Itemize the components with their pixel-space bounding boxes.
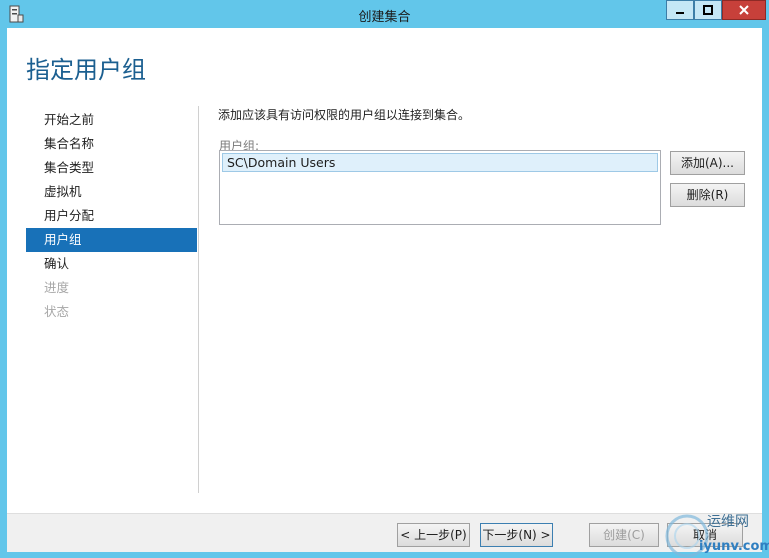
- user-groups-list[interactable]: SC\Domain Users: [219, 150, 661, 225]
- add-button[interactable]: 添加(A)...: [670, 151, 745, 175]
- step-confirmation[interactable]: 确认: [26, 252, 197, 276]
- step-user-groups[interactable]: 用户组: [26, 228, 197, 252]
- wizard-footer: < 上一步(P) 下一步(N) > 创建(C) 取消: [7, 513, 762, 552]
- watermark-text: 运维网: [707, 514, 749, 530]
- next-button[interactable]: 下一步(N) >: [480, 523, 553, 547]
- maximize-icon: [703, 5, 713, 15]
- step-progress: 进度: [44, 280, 70, 295]
- page-title: 指定用户组: [26, 56, 146, 84]
- watermark-url: iyunv.com: [699, 539, 769, 554]
- list-item[interactable]: SC\Domain Users: [222, 153, 658, 172]
- step-collection-name[interactable]: 集合名称: [26, 132, 197, 156]
- step-status: 状态: [44, 304, 70, 319]
- maximize-button[interactable]: [694, 0, 722, 20]
- instruction-text: 添加应该具有访问权限的用户组以连接到集合。: [218, 108, 471, 122]
- create-button: 创建(C): [589, 523, 659, 547]
- delete-button[interactable]: 删除(R): [670, 183, 745, 207]
- step-divider: [198, 106, 199, 493]
- wizard-window: 创建集合 指定用户组 开始之前 集合名称 集合类型 虚拟机 用户分配 用户组 确…: [0, 0, 769, 558]
- wizard-client: 指定用户组 开始之前 集合名称 集合类型 虚拟机 用户分配 用户组 确认 进度 …: [7, 28, 762, 552]
- minimize-icon: [676, 12, 684, 14]
- title-bar[interactable]: 创建集合: [0, 0, 769, 28]
- step-collection-type[interactable]: 集合类型: [26, 156, 197, 180]
- wizard-steps: 开始之前 集合名称 集合类型 虚拟机 用户分配 用户组 确认 进度 状态: [26, 108, 197, 324]
- minimize-button[interactable]: [666, 0, 694, 20]
- previous-button[interactable]: < 上一步(P): [397, 523, 470, 547]
- step-virtual-machine[interactable]: 虚拟机: [26, 180, 197, 204]
- window-title: 创建集合: [358, 10, 411, 25]
- step-before-you-begin[interactable]: 开始之前: [26, 108, 197, 132]
- step-user-assignment[interactable]: 用户分配: [26, 204, 197, 228]
- close-button[interactable]: [722, 0, 766, 20]
- watermark-logo: 运维网 iyunv.com: [665, 514, 769, 558]
- close-icon: [739, 5, 749, 15]
